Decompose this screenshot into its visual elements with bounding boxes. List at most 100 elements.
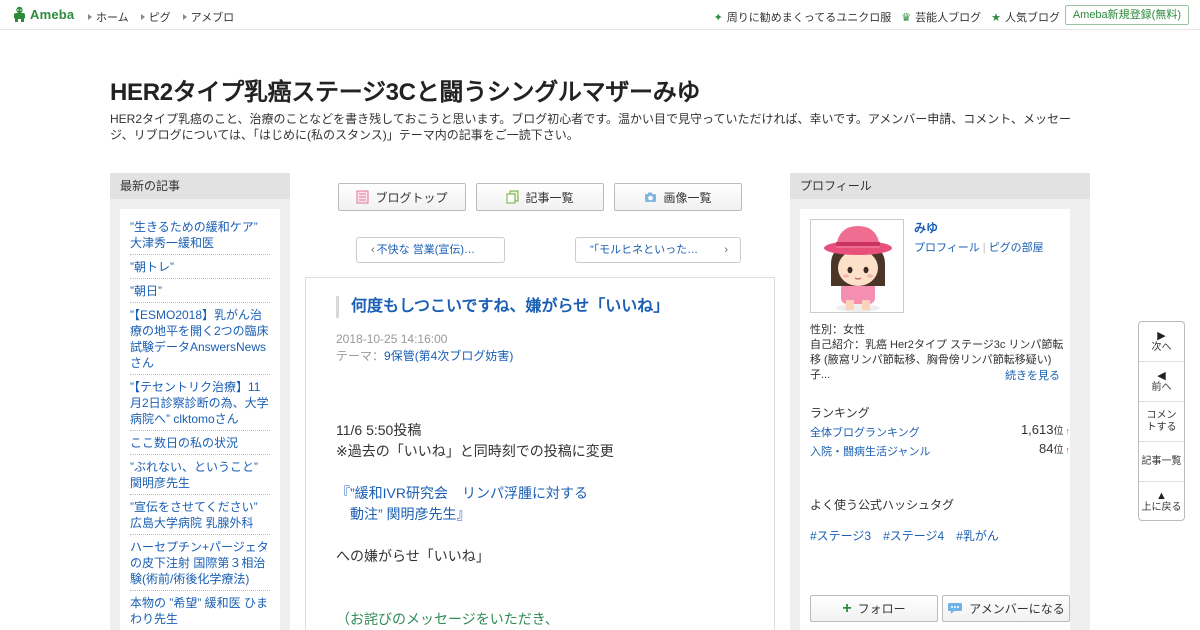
ranking-category: 入院・闘病生活ジャンル: [810, 446, 931, 458]
previous-article-label: 不快な 営業(宣伝)…: [376, 244, 476, 256]
avatar[interactable]: [810, 219, 904, 313]
latest-article-link[interactable]: ”【テセントリク治療】11月2日診察診断の為、大学病院へ” clktomoさん: [130, 375, 270, 431]
nav-ameblo[interactable]: アメブロ: [182, 9, 235, 25]
float-article-list-button[interactable]: 記事一覧: [1139, 442, 1184, 482]
profile-panel: プロフィール みゆ プロフィール | ピグの部屋 性別：女性 自己紹介：乳癌 H…: [790, 173, 1090, 630]
triangle-right-icon: [182, 14, 187, 20]
profile-gender: 性別：女性: [810, 324, 865, 336]
nav-home-label: ホーム: [96, 12, 129, 24]
triangle-right-icon: [88, 14, 92, 20]
float-comment-button[interactable]: コメントする: [1139, 402, 1184, 442]
ranking-row[interactable]: 全体ブログランキング 1,613位 ↑: [810, 422, 1071, 440]
ranking-value: 84位 ↑: [1039, 441, 1070, 456]
hashtag-link[interactable]: #乳がん: [956, 527, 999, 544]
entry-reblog-link[interactable]: 動注” 関明彦先生』: [336, 504, 471, 525]
link-popular-blog[interactable]: ★ 人気ブログ: [991, 9, 1060, 25]
caret-up-icon: ▲: [1156, 490, 1167, 502]
plus-icon: +: [842, 599, 852, 617]
ranking-row[interactable]: 入院・闘病生活ジャンル 84位 ↑: [810, 441, 1070, 459]
chevron-right-icon: ›: [724, 244, 728, 256]
global-nav: ホーム ピグ アメブロ: [88, 9, 234, 25]
latest-article-link[interactable]: ”【ESMO2018】乳がん治療の地平を開く2つの臨床試験データAnswersN…: [130, 303, 270, 375]
amember-label: アメンバーになる: [969, 602, 1065, 616]
entry-body-line: （お詫びのメッセージをいただき、: [336, 611, 559, 627]
profile-name[interactable]: みゆ: [914, 219, 938, 236]
link-popular-blog-label: 人気ブログ: [1005, 12, 1060, 24]
rank-number: 84: [1039, 441, 1054, 456]
play-right-icon: ▶: [1157, 329, 1166, 342]
article-entry: 何度もしつこいですね、嫌がらせ「いいね」 2018-10-25 14:16:00…: [305, 277, 775, 630]
rank-unit: 位: [1053, 426, 1064, 437]
latest-article-link[interactable]: ”朝日”: [130, 279, 270, 303]
latest-article-link[interactable]: ”ぶれない、ということ” 関明彦先生: [130, 455, 270, 495]
link-uniqlo-label: 周りに勧めまくってるユニクロ服: [726, 12, 892, 24]
arrow-up-icon: ↑: [1065, 426, 1071, 436]
float-top-label: 上に戻る: [1141, 502, 1182, 513]
float-top-button[interactable]: ▲ 上に戻る: [1139, 482, 1184, 522]
float-comment-label: コメントする: [1146, 409, 1177, 433]
latest-articles-panel: 最新の記事 ”生きるための緩和ケア” 大津秀一緩和医 ”朝トレ” ”朝日” ”【…: [110, 173, 290, 630]
blog-nav-buttons: ブログトップ 記事一覧 画像一覧: [338, 183, 742, 211]
latest-articles-heading: 最新の記事: [110, 173, 290, 199]
float-prev-button[interactable]: ◀ 前へ: [1139, 362, 1184, 402]
article-list-button[interactable]: 記事一覧: [476, 183, 604, 211]
entry-title[interactable]: 何度もしつこいですね、嫌がらせ「いいね」: [336, 296, 746, 318]
ameba-logo-icon: [14, 6, 25, 22]
latest-article-link[interactable]: ”宣伝をさせてください” 広島大学病院 乳腺外科: [130, 495, 270, 535]
ameba-logo[interactable]: Ameba: [12, 6, 74, 22]
nav-pigg[interactable]: ピグ: [140, 9, 171, 25]
blog-top-button[interactable]: ブログトップ: [338, 183, 466, 211]
sparkle-icon: ✦: [713, 11, 723, 24]
entry-theme-link[interactable]: 9保管(第4次ブログ妨害): [384, 349, 513, 363]
chevron-left-icon: ‹: [371, 244, 375, 256]
link-divider: |: [982, 242, 986, 254]
hashtag-link[interactable]: #ステージ3: [810, 527, 871, 544]
entry-theme-label: テーマ：: [336, 349, 385, 363]
rank-number: 1,613: [1020, 422, 1054, 437]
profile-link[interactable]: プロフィール: [914, 242, 980, 254]
image-list-label: 画像一覧: [663, 190, 712, 205]
nav-home[interactable]: ホーム: [88, 9, 129, 25]
document-icon: [356, 190, 369, 204]
ranking-category: 全体ブログランキング: [810, 427, 920, 439]
ranking-label: ランキング: [810, 406, 870, 420]
latest-article-link[interactable]: 本物の ”希望” 緩和医 ひまわり先生: [130, 591, 270, 630]
blog-title[interactable]: HER2タイプ乳癌ステージ3Cと闘うシングルマザーみゆ: [110, 72, 700, 107]
entry-date: 2018-10-25 14:16:00: [336, 332, 448, 346]
nav-ameblo-label: アメブロ: [190, 12, 235, 24]
link-uniqlo[interactable]: ✦ 周りに勧めまくってるユニクロ服: [714, 9, 892, 25]
latest-article-link[interactable]: ”生きるための緩和ケア” 大津秀一緩和医: [130, 215, 270, 255]
arrow-up-icon: ↑: [1065, 445, 1071, 455]
next-article-link[interactable]: ”「モルヒネといった… ›: [575, 237, 741, 263]
register-button[interactable]: Ameba新規登録(無料): [1064, 5, 1189, 25]
profile-links: プロフィール | ピグの部屋: [914, 239, 1044, 255]
logo-text: Ameba: [30, 6, 75, 22]
link-celebrity-blog[interactable]: ♛ 芸能人ブログ: [901, 9, 981, 25]
entry-body-line: への嫌がらせ「いいね」: [336, 548, 490, 564]
latest-article-link[interactable]: ここ数日の私の状況: [130, 431, 270, 455]
triangle-right-icon: [140, 14, 145, 20]
entry-reblog-link[interactable]: 『”緩和IVR研究会 リンパ浮腫に対する: [336, 483, 588, 504]
read-more-link[interactable]: 続きを見る: [1005, 367, 1060, 383]
article-list-label: 記事一覧: [525, 190, 574, 205]
latest-articles-list: ”生きるための緩和ケア” 大津秀一緩和医 ”朝トレ” ”朝日” ”【ESMO20…: [120, 209, 280, 630]
float-next-button[interactable]: ▶ 次へ: [1139, 322, 1184, 362]
blog-top-label: ブログトップ: [375, 190, 448, 205]
link-celebrity-blog-label: 芸能人ブログ: [915, 12, 982, 24]
nav-pigg-label: ピグ: [148, 12, 171, 24]
float-article-list-label: 記事一覧: [1141, 455, 1182, 467]
next-article-label: ”「モルヒネといった…: [590, 244, 699, 256]
crown-icon: ♛: [901, 11, 912, 24]
previous-article-link[interactable]: ‹ 不快な 営業(宣伝)…: [356, 237, 505, 263]
hashtag-link[interactable]: #ステージ4: [883, 527, 944, 544]
amember-button[interactable]: アメンバーになる: [942, 595, 1070, 622]
image-list-button[interactable]: 画像一覧: [614, 183, 742, 211]
latest-article-link[interactable]: ”朝トレ”: [130, 255, 270, 279]
latest-article-link[interactable]: ハーセプチン+パージェタの皮下注射 国際第３相治験(術前/術後化学療法): [130, 535, 270, 591]
entry-body-line: 11/6 5:50投稿: [336, 422, 422, 438]
pigg-room-link[interactable]: ピグの部屋: [989, 242, 1044, 254]
hashtag-label: よく使う公式ハッシュタグ: [810, 498, 955, 512]
profile-body: みゆ プロフィール | ピグの部屋 性別：女性 自己紹介：乳癌 Her2タイプ ステ…: [800, 209, 1070, 630]
float-next-label: 次へ: [1151, 341, 1172, 353]
follow-button[interactable]: + フォロー: [810, 595, 938, 622]
